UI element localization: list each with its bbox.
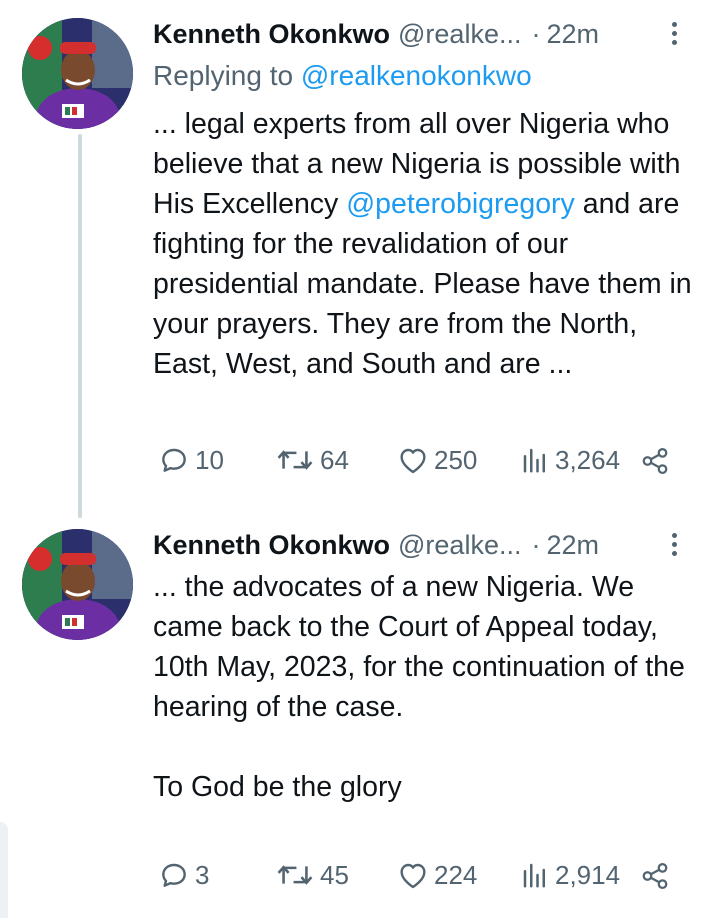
separator-dot: · bbox=[531, 530, 541, 560]
repost-count: 45 bbox=[320, 860, 349, 890]
mention-link[interactable]: @peterobigregory bbox=[346, 188, 575, 220]
views-count: 2,914 bbox=[555, 860, 621, 890]
author-name[interactable]: Kenneth Okonkwo bbox=[153, 19, 390, 49]
tweet-text-part: ... the advocates of a new Nigeria. We c… bbox=[153, 571, 685, 803]
replying-to-prefix: Replying to bbox=[153, 60, 301, 91]
edge-handle bbox=[0, 822, 8, 918]
reply-icon bbox=[162, 448, 186, 472]
separator-dot: · bbox=[531, 19, 541, 49]
repost-icon bbox=[277, 450, 313, 470]
author-handle[interactable]: @realke... bbox=[398, 530, 521, 560]
avatar[interactable] bbox=[22, 529, 133, 640]
repost-button[interactable]: 45 bbox=[275, 855, 349, 895]
author-handle[interactable]: @realke... bbox=[398, 19, 521, 49]
views-button[interactable]: 3,264 bbox=[520, 440, 620, 480]
reply-count: 10 bbox=[195, 445, 224, 475]
avatar[interactable] bbox=[22, 18, 133, 129]
timestamp[interactable]: 22m bbox=[546, 19, 599, 49]
like-count: 250 bbox=[434, 445, 478, 475]
author-name[interactable]: Kenneth Okonkwo bbox=[153, 530, 390, 560]
tweet-text: ... the advocates of a new Nigeria. We c… bbox=[153, 567, 698, 807]
tweet-actions: 3 45 224 2,914 bbox=[0, 855, 720, 895]
tweet-header: Kenneth Okonkwo @realke... · 22m bbox=[153, 525, 693, 565]
share-icon[interactable] bbox=[640, 446, 670, 476]
like-icon bbox=[400, 448, 426, 474]
like-icon bbox=[400, 863, 426, 889]
views-button[interactable]: 2,914 bbox=[520, 855, 620, 895]
repost-icon bbox=[277, 865, 313, 885]
tweet-actions: 10 64 250 3,264 bbox=[0, 440, 720, 480]
views-count: 3,264 bbox=[555, 445, 621, 475]
tweet-text: ... legal experts from all over Nigeria … bbox=[153, 104, 698, 384]
tweet-header: Kenneth Okonkwo @realke... · 22m bbox=[153, 14, 693, 54]
replying-to: Replying to @realkenokonkwo bbox=[153, 56, 532, 96]
more-options-icon[interactable] bbox=[667, 533, 681, 559]
more-options-icon[interactable] bbox=[667, 22, 681, 48]
reply-icon bbox=[162, 863, 186, 887]
reply-button[interactable]: 10 bbox=[158, 440, 224, 480]
replying-to-link[interactable]: @realkenokonkwo bbox=[301, 60, 532, 91]
reply-count: 3 bbox=[195, 860, 210, 890]
share-icon[interactable] bbox=[640, 861, 670, 891]
repost-count: 64 bbox=[320, 445, 349, 475]
views-icon bbox=[523, 448, 545, 473]
like-count: 224 bbox=[434, 860, 478, 890]
like-button[interactable]: 224 bbox=[397, 855, 477, 895]
reply-button[interactable]: 3 bbox=[158, 855, 209, 895]
timestamp[interactable]: 22m bbox=[546, 530, 599, 560]
views-icon bbox=[523, 863, 545, 888]
repost-button[interactable]: 64 bbox=[275, 440, 349, 480]
like-button[interactable]: 250 bbox=[397, 440, 477, 480]
